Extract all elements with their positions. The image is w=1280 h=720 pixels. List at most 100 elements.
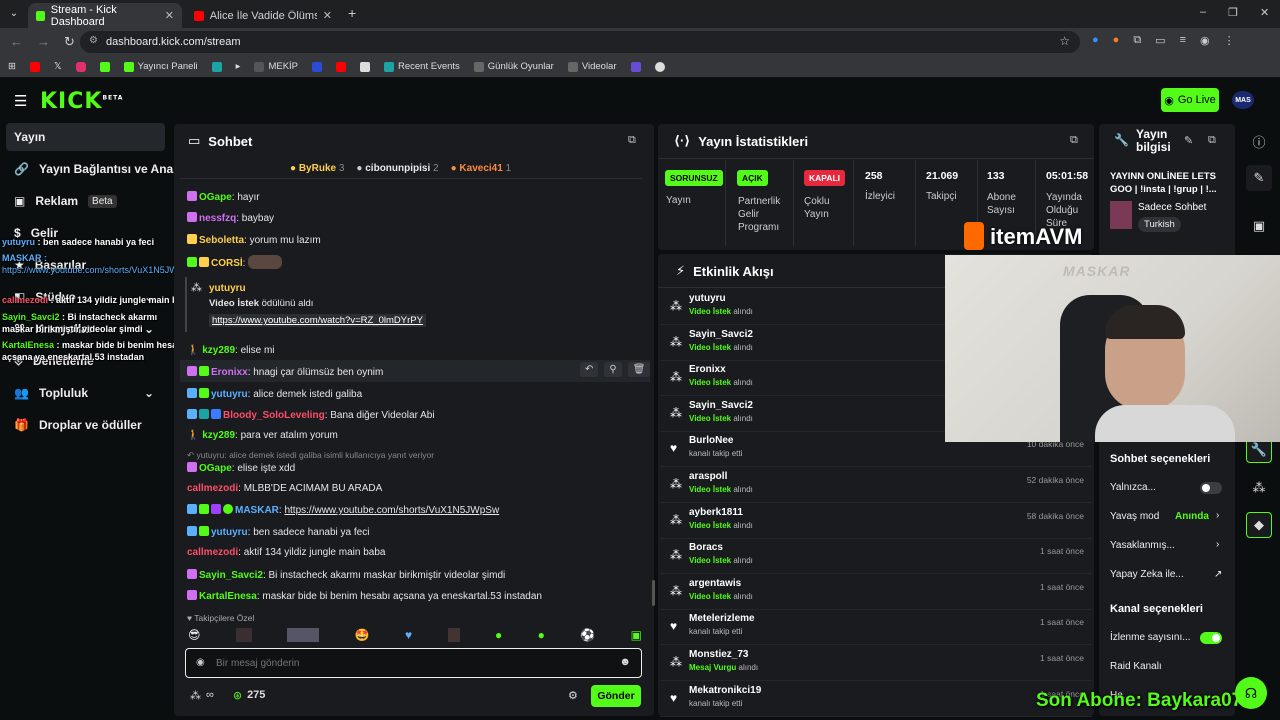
activity-user[interactable]: argentawis	[689, 578, 741, 589]
x-bookmark-icon[interactable]: 𝕏	[54, 61, 62, 72]
emote[interactable]: ⚽	[580, 628, 595, 644]
panel-icon[interactable]: ▣	[1246, 213, 1272, 239]
sidebar-item-yayin[interactable]: Yayın	[6, 123, 165, 151]
gifter[interactable]: ● ByRuke 3	[290, 163, 344, 174]
activity-user[interactable]: yutuyru	[689, 293, 726, 304]
chat-settings-icon[interactable]: ⚙	[568, 689, 578, 702]
send-button[interactable]: Gönder	[591, 685, 641, 707]
chat-message[interactable]: Sayin_Savci2: Bi instacheck akarmı maska…	[187, 569, 505, 581]
sidebar-item-reklam[interactable]: ▣ Reklam Beta	[14, 187, 174, 215]
tab-search-icon[interactable]: ⌄	[2, 1, 26, 25]
close-window-icon[interactable]: ✕	[1260, 6, 1269, 19]
kick-bookmark-icon[interactable]	[99, 61, 110, 72]
chat-message[interactable]: OGape: hayır	[187, 191, 260, 203]
media-icon[interactable]: ≡	[1180, 34, 1186, 47]
chat-message[interactable]: CORSİ:	[187, 255, 283, 269]
bookmark-gunluk-oyunlar[interactable]: Günlük Oyunlar	[473, 61, 554, 72]
extension-icon[interactable]: ●	[1092, 34, 1099, 47]
chat-message[interactable]: Eronixx: hnagi çar ölümsüz ben oynim	[187, 366, 383, 378]
option-yasaklanmis[interactable]: Yasaklanmış... ›	[1110, 539, 1224, 551]
chat-message[interactable]: callmezodi: aktif 134 yildiz jungle main…	[187, 547, 385, 558]
maximize-icon[interactable]: ❐	[1228, 6, 1238, 19]
sidebar-item-topluluk[interactable]: 👥 Topluluk ⌄	[14, 379, 174, 407]
chat-input[interactable]	[216, 654, 606, 672]
emote[interactable]: ♥	[405, 628, 412, 644]
emote[interactable]: ●	[495, 628, 502, 644]
activity-user[interactable]: ayberk1811	[689, 507, 743, 518]
activity-item[interactable]: ⁂ argentawis Video İstek alındı 1 saat önce	[660, 574, 1092, 610]
bookmark-icon[interactable]: ▸	[236, 61, 241, 72]
activity-user[interactable]: Sayin_Savci2	[689, 400, 753, 411]
badge-selector-icon[interactable]: ◉	[196, 657, 205, 668]
info-icon[interactable]: ⓘ	[1246, 128, 1272, 154]
reply-icon[interactable]: ↶	[580, 362, 599, 377]
gifter[interactable]: ● cibonunpipisi 2	[356, 163, 438, 174]
profile-icon[interactable]: ◉	[1200, 34, 1210, 47]
emote[interactable]: ▣	[631, 628, 642, 644]
emote[interactable]: ●	[538, 628, 545, 644]
reply-reference[interactable]: ↶ yutuyru: alice demek istedi galiba isi…	[187, 450, 434, 461]
back-icon[interactable]: ←	[10, 34, 23, 50]
chat-message[interactable]: yutuyru: ben sadece hanabi ya feci	[187, 526, 369, 538]
new-tab-icon[interactable]: +	[348, 5, 356, 21]
bookmark-recent-events[interactable]: Recent Events	[384, 61, 460, 72]
bookmark-mekip[interactable]: MEKİP	[254, 61, 298, 72]
bookmark-icon[interactable]	[654, 61, 665, 72]
hamburger-menu-icon[interactable]: ☰	[14, 92, 27, 110]
bookmark-yayinci-paneli[interactable]: Yayıncı Paneli	[123, 61, 198, 72]
activity-item[interactable]: ⁂ Monstiez_73 Mesaj Vurgu alındı 1 saat önc…	[660, 645, 1092, 681]
tab-youtube[interactable]: Alice İle Vadide Ölümsüz gibi O ✕	[186, 3, 340, 28]
activity-user[interactable]: Sayin_Savci2	[689, 329, 753, 340]
chat-message[interactable]: nessfzq: baybay	[187, 212, 274, 224]
reload-icon[interactable]: ↻	[64, 34, 75, 50]
emote[interactable]	[287, 628, 320, 642]
address-bar[interactable]: ⚙ dashboard.kick.com/stream ☆	[80, 31, 1080, 53]
chat-message[interactable]: OGape: elise işte xdd	[187, 462, 295, 474]
shield-icon[interactable]: ◆	[1246, 512, 1272, 538]
activity-item[interactable]: ⁂ ayberk1811 Video İstek alındı 58 dakika ö…	[660, 503, 1092, 539]
activity-item[interactable]: ♥ Mekatronikci19 kanalı takip etti 1 saat ö…	[660, 681, 1092, 717]
activity-user[interactable]: Boracs	[689, 542, 723, 553]
avatar[interactable]: MAS	[1232, 91, 1254, 109]
forward-icon[interactable]: →	[37, 34, 50, 50]
menu-icon[interactable]: ⋮	[1224, 34, 1235, 47]
option-yavas-mod[interactable]: Yavaş mod Anında ›	[1110, 510, 1224, 522]
bookmark-videolar[interactable]: Videolar	[567, 61, 617, 72]
activity-user[interactable]: Metelerizleme	[689, 613, 755, 624]
popout-icon[interactable]: ⧉	[1070, 134, 1078, 147]
emote[interactable]: 🤩	[355, 628, 370, 644]
gifter[interactable]: ● Kaveci41 1	[451, 163, 512, 174]
extension-icon[interactable]: ●	[1113, 34, 1120, 47]
activity-item[interactable]: ♥ Metelerizleme kanalı takip etti 1 saat ön…	[660, 609, 1092, 646]
chat-message[interactable]: 🚶 kzy289: para ver atalım yorum	[187, 430, 338, 441]
chat-message[interactable]: KartalEnesa: maskar bide bi benim hesabı…	[187, 590, 542, 602]
activity-item[interactable]: ⁂ Boracs Video İstek alındı 1 saat önce	[660, 538, 1092, 575]
bookmark-icon[interactable]	[336, 61, 346, 72]
chat-scrollbar[interactable]	[652, 580, 655, 606]
sidebar-item-yayin-baglantisi[interactable]: 🔗 Yayın Bağlantısı ve Anahtarı	[14, 155, 199, 183]
category-name[interactable]: Sadece Sohbet	[1138, 202, 1206, 213]
minimize-icon[interactable]: –	[1200, 6, 1206, 19]
popout-icon[interactable]: ⧉	[1208, 134, 1216, 147]
emote[interactable]	[235, 628, 252, 642]
toggle-yalnizca[interactable]	[1200, 482, 1222, 494]
activity-user[interactable]: Eronixx	[689, 364, 726, 375]
chat-message[interactable]: MASKAR: https://www.youtube.com/shorts/V…	[187, 504, 499, 516]
activity-item[interactable]: ⁂ araspoll Video İstek alındı 52 dakika önc…	[660, 467, 1092, 503]
puzzle-icon[interactable]: ⧉	[1133, 34, 1141, 47]
support-chat-icon[interactable]: ☊	[1235, 677, 1267, 709]
chat-message[interactable]: callmezodi: MLBB'DE ACIMAM BU ARADA	[187, 483, 382, 494]
toggle-izlenme[interactable]	[1200, 632, 1222, 644]
option-yapay-zeka[interactable]: Yapay Zeka ile... ↗	[1110, 569, 1224, 580]
close-tab-icon[interactable]: ✕	[165, 9, 174, 22]
sidepanel-icon[interactable]: ▭	[1155, 34, 1165, 47]
reward-link[interactable]: https://www.youtube.com/watch?v=RZ_0lmDY…	[209, 314, 426, 327]
kick-points-icon[interactable]: ⁂	[1246, 475, 1272, 501]
bookmark-icon[interactable]	[630, 61, 641, 72]
chat-message[interactable]: Bloody_SoloLeveling: Bana diğer Videolar…	[187, 409, 435, 421]
activity-user[interactable]: Mekatronikci19	[689, 685, 761, 696]
bookmark-icon[interactable]	[360, 61, 370, 72]
chat-message[interactable]: yutuyru: alice demek istedi galiba	[187, 388, 362, 400]
bookmark-icon[interactable]	[211, 61, 222, 72]
bookmark-star-icon[interactable]: ☆	[1059, 34, 1070, 48]
